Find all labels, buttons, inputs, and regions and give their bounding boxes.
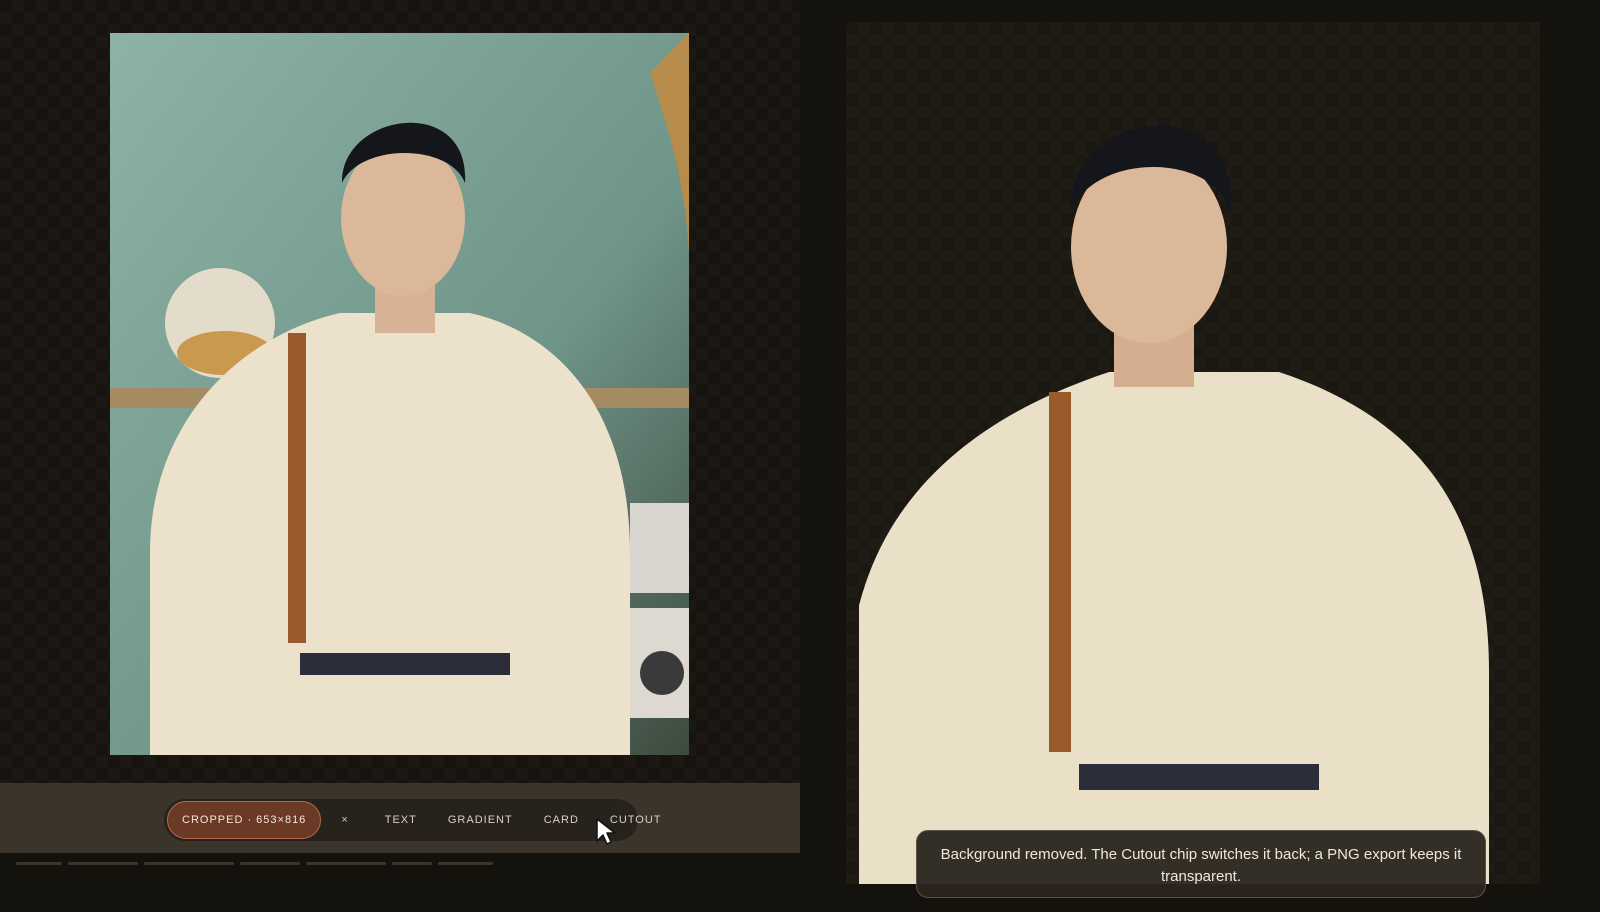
text-chip[interactable]: TEXT [385, 814, 417, 826]
toast-message: Background removed. The Cutout chip swit… [940, 846, 1462, 885]
cutout-photo [859, 72, 1501, 884]
cutout-chip[interactable]: CUTOUT [610, 814, 662, 826]
status-toast: Background removed. The Cutout chip swit… [916, 830, 1486, 898]
gradient-chip[interactable]: GRADIENT [448, 814, 513, 826]
faded-hint-text [16, 852, 516, 865]
cropped-chip-label: CROPPED · 653×816 [182, 814, 307, 826]
chip-toolbar: CROPPED · 653×816 × TEXT GRADIENT CARD C… [0, 783, 800, 853]
cropped-chip[interactable]: CROPPED · 653×816 [167, 801, 322, 839]
original-photo [110, 33, 689, 755]
card-chip[interactable]: CARD [544, 814, 579, 826]
clear-crop-button[interactable]: × [341, 814, 348, 826]
mouse-pointer-icon [596, 818, 616, 845]
chip-group: CROPPED · 653×816 × TEXT GRADIENT CARD C… [164, 799, 661, 841]
